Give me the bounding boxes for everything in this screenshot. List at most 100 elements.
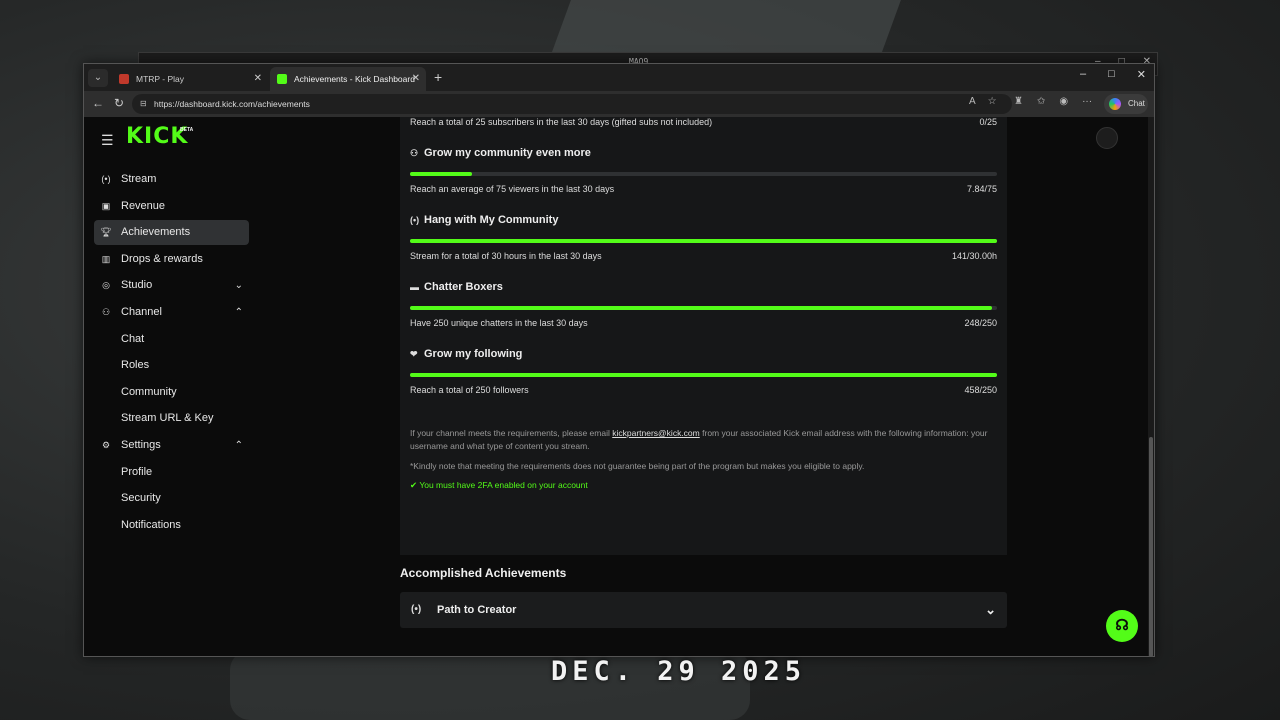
back-arrow-icon[interactable]: ← — [92, 96, 104, 110]
tab-mtrp[interactable]: MTRP - Play ✕ — [112, 67, 268, 91]
progress-fill — [410, 239, 997, 243]
studio-icon: ◎ — [102, 280, 110, 291]
sidebar-item-achievements[interactable]: 🏆︎ Achievements — [94, 220, 249, 246]
checkmark-icon: ✔ — [410, 480, 418, 490]
sidebar-item-label: Notifications — [121, 518, 181, 531]
sidebar-item-revenue[interactable]: ▣ Revenue — [94, 194, 249, 219]
favorites-icon[interactable]: ✩ — [1037, 96, 1045, 107]
kick-favicon — [277, 74, 287, 84]
progress-fill — [410, 306, 993, 310]
sidebar-item-profile[interactable]: Profile — [94, 460, 249, 485]
drops-icon: ▥ — [101, 253, 111, 264]
more-menu-icon[interactable]: ··· — [1082, 96, 1092, 107]
sidebar-item-roles[interactable]: Roles — [94, 353, 249, 378]
tab-achievements[interactable]: Achievements - Kick Dashboard ✕ — [270, 67, 426, 91]
scrollbar[interactable] — [1148, 117, 1154, 657]
maximize-icon[interactable]: □ — [1108, 68, 1115, 81]
sidebar-item-label: Settings — [121, 438, 161, 451]
achievement-description: Reach a total of 250 followers — [410, 385, 529, 395]
sidebar-item-chat[interactable]: Chat — [94, 327, 249, 352]
accordion-label: Path to Creator — [437, 604, 517, 616]
site-info-icon[interactable]: ⊟ — [140, 94, 147, 114]
achievement-description: Reach a total of 25 subscribers in the l… — [410, 117, 713, 127]
progress-fill — [410, 172, 472, 176]
achievement-value: 248/250 — [964, 318, 997, 328]
partner-email-link[interactable]: kickpartners@kick.com — [612, 428, 700, 438]
progress-bar — [410, 172, 997, 176]
sidebar-item-community[interactable]: Community — [94, 380, 249, 405]
scroll-thumb[interactable] — [1149, 437, 1153, 657]
copilot-icon — [1109, 98, 1121, 110]
sidebar-item-studio[interactable]: ◎ Studio ⌄ — [94, 273, 249, 298]
sidebar-item-stream-url-key[interactable]: Stream URL & Key — [94, 406, 249, 431]
close-window-icon[interactable]: ✕ — [1137, 68, 1146, 81]
progress-bar — [410, 306, 997, 310]
accomplished-achievements-title: Accomplished Achievements — [400, 566, 567, 580]
url-input[interactable]: ⊟ https://dashboard.kick.com/achievement… — [132, 94, 1012, 114]
sidebar-item-settings[interactable]: ⚙ Settings ⌃ — [94, 433, 249, 458]
achievement-description: Reach an average of 75 viewers in the la… — [410, 184, 615, 194]
tab-favicon — [119, 74, 129, 84]
requirements-info: If your channel meets the requirements, … — [410, 428, 988, 451]
sidebar-item-label: Revenue — [121, 199, 166, 212]
achievement-value: 0/25 — [979, 117, 997, 127]
sidebar-item-notifications[interactable]: Notifications — [94, 513, 249, 538]
sidebar-item-label: Stream URL & Key — [121, 412, 214, 425]
revenue-icon: ▣ — [101, 200, 111, 211]
hamburger-menu-icon[interactable]: ☰ — [101, 132, 114, 149]
chevron-up-icon[interactable]: ⌃ — [235, 433, 243, 458]
chevron-down-icon[interactable]: ⌄ — [235, 273, 243, 298]
sidebar-item-label: Channel — [121, 305, 162, 318]
favorite-star-icon[interactable]: ☆ — [988, 96, 997, 107]
copilot-chat-button[interactable]: Chat — [1104, 94, 1148, 114]
progress-bar — [410, 373, 997, 377]
sidebar-item-label: Profile — [121, 465, 153, 478]
refresh-icon[interactable]: ↻ — [114, 96, 124, 110]
kick-dashboard-page: ☰ KICK BETA (•) Stream ▣ Revenue 🏆︎ Achi… — [84, 117, 1150, 656]
trophy-icon: 🏆︎ — [100, 227, 112, 238]
achievement-title: ❤ Grow my following — [410, 348, 523, 360]
tab-label: Achievements - Kick Dashboard — [294, 74, 415, 84]
achievement-title: (•) Hang with My Community — [410, 214, 559, 226]
headset-icon: ☊ — [1115, 617, 1129, 634]
date-stamp: DEC. 29 2025 — [551, 656, 807, 687]
chat-bubble-icon: ▬ — [410, 282, 419, 292]
close-tab-icon[interactable]: ✕ — [412, 67, 420, 91]
achievement-value: 458/250 — [964, 385, 997, 395]
achievements-card: Reach a total of 25 subscribers in the l… — [400, 117, 1007, 555]
channel-icon: ⚇ — [101, 306, 111, 317]
accordion-path-to-creator[interactable]: (•) Path to Creator ⌄ — [400, 592, 1007, 628]
user-avatar[interactable] — [1096, 127, 1118, 149]
read-aloud-icon[interactable]: A — [969, 96, 976, 107]
tab-actions-button[interactable]: ⌄ — [88, 69, 108, 87]
profile-icon[interactable]: ◉ — [1059, 96, 1068, 107]
background-decoration — [549, 0, 901, 60]
broadcast-icon: (•) — [410, 215, 420, 225]
broadcast-icon: (•) — [101, 174, 111, 184]
close-tab-icon[interactable]: ✕ — [254, 67, 262, 91]
chevron-down-icon[interactable]: ⌄ — [985, 592, 996, 628]
gear-icon: ⚙ — [101, 439, 111, 450]
achievement-title: ⚇ Grow my community even more — [410, 147, 591, 159]
sidebar: (•) Stream ▣ Revenue 🏆︎ Achievements ▥ D… — [94, 167, 249, 539]
url-text: https://dashboard.kick.com/achievements — [154, 99, 310, 109]
sidebar-item-channel[interactable]: ⚇ Channel ⌃ — [94, 300, 249, 325]
sidebar-item-drops[interactable]: ▥ Drops & rewards — [94, 247, 249, 272]
sidebar-item-stream[interactable]: (•) Stream — [94, 167, 249, 192]
achievement-value: 141/30.00h — [951, 251, 997, 261]
achievement-description: Stream for a total of 30 hours in the la… — [410, 251, 602, 261]
chevron-up-icon[interactable]: ⌃ — [235, 300, 243, 325]
minimize-icon[interactable]: – — [1080, 68, 1086, 81]
heart-icon: ❤ — [410, 349, 418, 359]
support-chat-button[interactable]: ☊ — [1106, 610, 1138, 642]
extension-icon[interactable]: ♜ — [1014, 96, 1023, 107]
progress-fill — [410, 373, 997, 377]
sidebar-item-label: Chat — [121, 332, 145, 345]
achievement-value: 7.84/75 — [966, 184, 997, 194]
sidebar-item-label: Security — [121, 492, 161, 505]
new-tab-button[interactable]: + — [434, 67, 442, 87]
progress-bar — [410, 239, 997, 243]
sidebar-item-label: Community — [121, 385, 177, 398]
tab-label: MTRP - Play — [136, 74, 185, 84]
sidebar-item-security[interactable]: Security — [94, 486, 249, 511]
